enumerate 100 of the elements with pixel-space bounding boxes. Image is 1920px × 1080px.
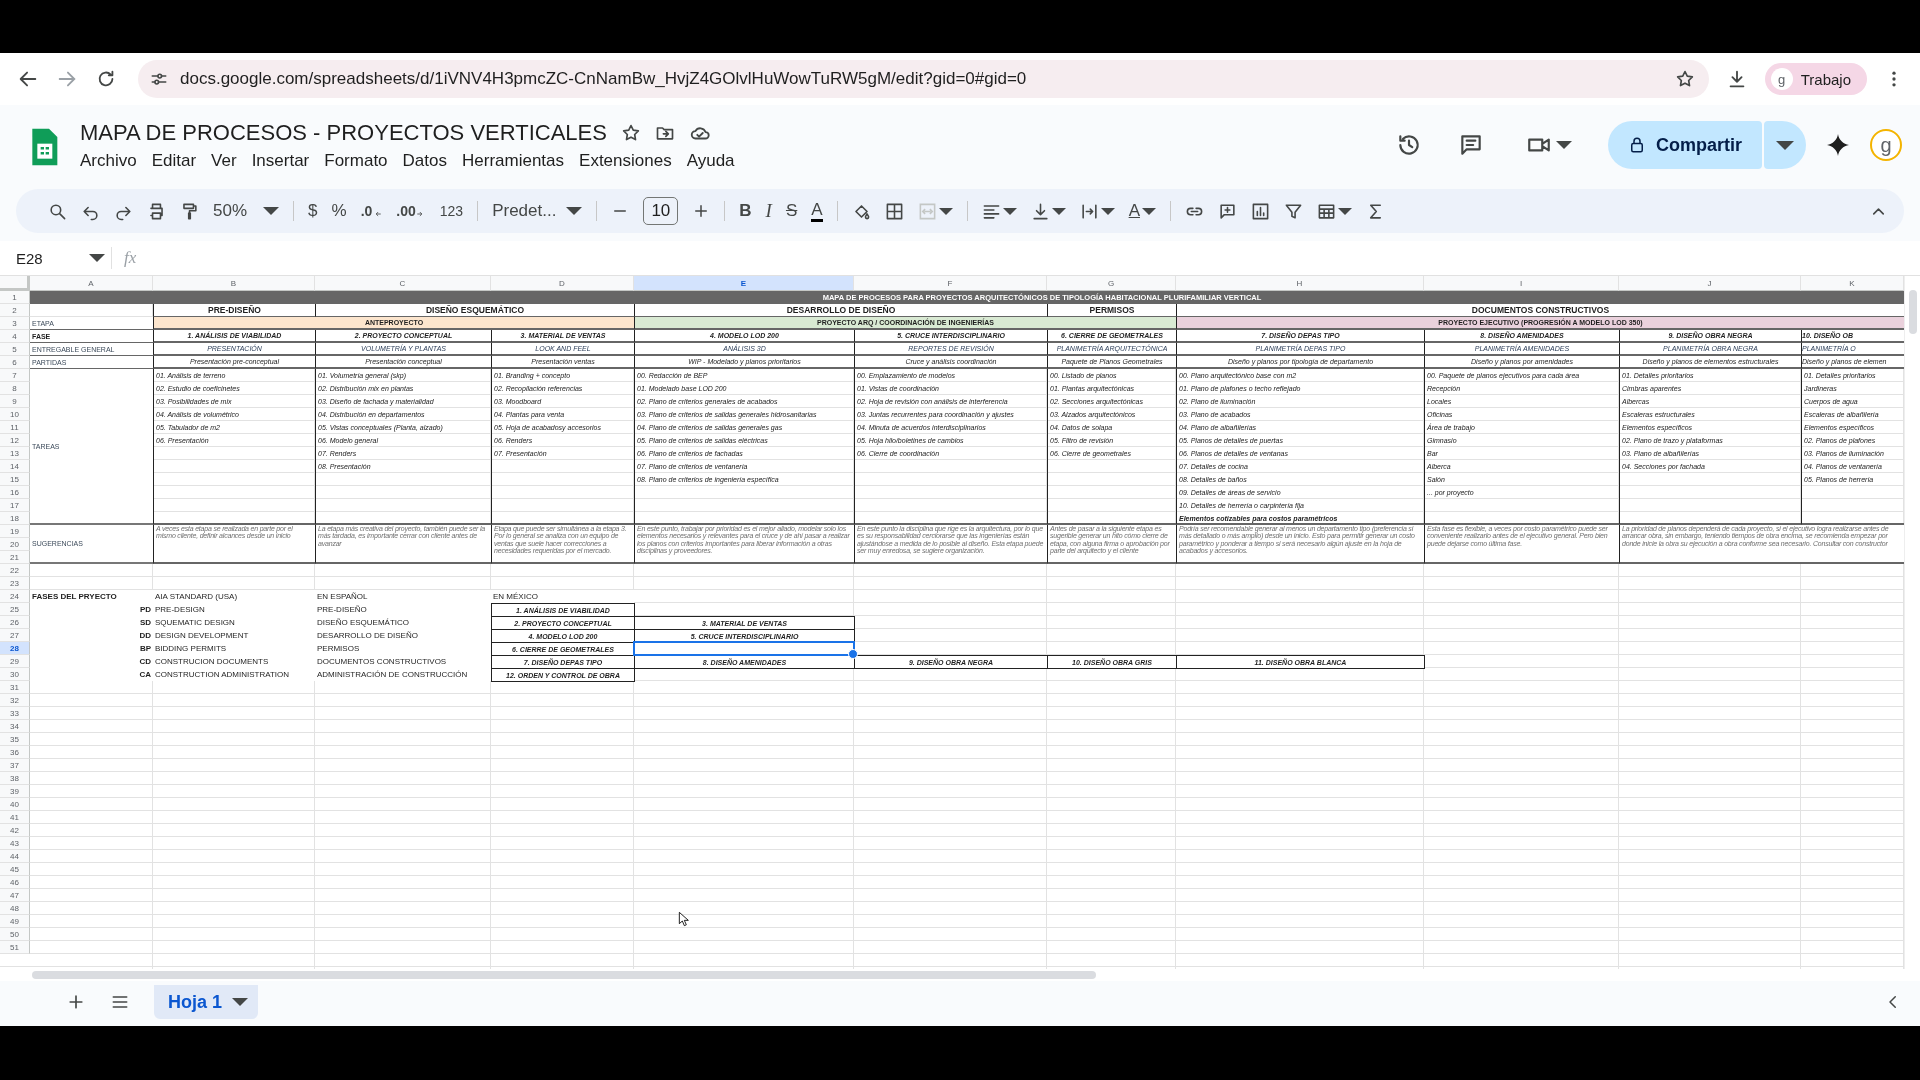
account-avatar[interactable]: g xyxy=(1870,129,1902,161)
site-settings-icon[interactable] xyxy=(150,70,168,88)
column-header[interactable]: D xyxy=(491,276,634,291)
row-header[interactable]: 17 xyxy=(0,499,30,512)
row-header[interactable]: 7 xyxy=(0,369,30,382)
row-header[interactable]: 8 xyxy=(0,382,30,395)
column-header[interactable]: G xyxy=(1047,276,1176,291)
column-header[interactable]: I xyxy=(1424,276,1619,291)
row-header[interactable]: 50 xyxy=(0,928,30,941)
column-header[interactable]: H xyxy=(1176,276,1424,291)
row-header[interactable]: 28 xyxy=(0,642,30,655)
text-color-button[interactable]: A xyxy=(811,200,823,222)
menu-item[interactable]: Datos xyxy=(402,150,447,171)
row-header[interactable]: 19 xyxy=(0,525,30,538)
share-button[interactable]: Compartir xyxy=(1608,121,1762,169)
row-header[interactable]: 3 xyxy=(0,317,30,330)
row-header[interactable]: 26 xyxy=(0,616,30,629)
font-dropdown[interactable]: Predet... xyxy=(492,201,583,221)
borders-icon[interactable] xyxy=(884,201,904,221)
address-bar[interactable]: docs.google.com/spreadsheets/d/1iVNV4H3pmcZC-CnNamBw_HvjZ4GOlvlHuWowTuRW5gM/edit?gid=0#gid=0 xyxy=(138,60,1709,98)
row-header[interactable]: 31 xyxy=(0,681,30,694)
cell-selection[interactable] xyxy=(633,641,855,656)
column-header[interactable]: E xyxy=(634,276,854,291)
vertical-align-icon[interactable] xyxy=(1030,201,1050,221)
decrease-decimals-button[interactable]: .0 xyxy=(360,203,383,219)
row-header[interactable]: 35 xyxy=(0,733,30,746)
menu-item[interactable]: Formato xyxy=(324,150,388,171)
sparkle-icon[interactable] xyxy=(1826,133,1850,157)
column-header[interactable]: F xyxy=(854,276,1047,291)
row-header[interactable]: 29 xyxy=(0,655,30,668)
row-header[interactable]: 22 xyxy=(0,564,30,577)
row-header[interactable]: 12 xyxy=(0,434,30,447)
row-header[interactable]: 46 xyxy=(0,876,30,889)
column-header[interactable]: J xyxy=(1619,276,1801,291)
row-header[interactable]: 25 xyxy=(0,603,30,616)
row-header[interactable]: 42 xyxy=(0,824,30,837)
row-header[interactable]: 1 xyxy=(0,291,30,304)
document-title[interactable]: MAPA DE PROCESOS - PROYECTOS VERTICALES xyxy=(80,119,607,146)
font-size-field[interactable]: 10 xyxy=(643,197,679,225)
chart-icon[interactable] xyxy=(1250,201,1270,221)
row-header[interactable]: 45 xyxy=(0,863,30,876)
menu-item[interactable]: Ayuda xyxy=(686,150,735,171)
row-header[interactable]: 49 xyxy=(0,915,30,928)
share-options-button[interactable] xyxy=(1764,121,1806,169)
zoom-dropdown[interactable]: 50% xyxy=(213,201,280,221)
row-header[interactable]: 48 xyxy=(0,902,30,915)
merge-cells-icon[interactable] xyxy=(917,201,937,221)
column-header[interactable]: A xyxy=(30,276,153,291)
row-header[interactable]: 30 xyxy=(0,668,30,681)
row-header[interactable]: 33 xyxy=(0,707,30,720)
caret-icon[interactable] xyxy=(1002,207,1017,215)
row-header[interactable]: 21 xyxy=(0,551,30,564)
row-header[interactable]: 32 xyxy=(0,694,30,707)
star-icon[interactable] xyxy=(620,122,641,143)
row-header[interactable]: 40 xyxy=(0,798,30,811)
row-header[interactable]: 6 xyxy=(0,356,30,369)
row-header[interactable]: 36 xyxy=(0,746,30,759)
row-header[interactable]: 14 xyxy=(0,460,30,473)
caret-icon[interactable] xyxy=(1337,207,1352,215)
history-icon[interactable] xyxy=(1396,132,1422,158)
row-header[interactable]: 5 xyxy=(0,343,30,356)
row-header[interactable]: 16 xyxy=(0,486,30,499)
fill-handle[interactable] xyxy=(848,649,858,659)
comment-icon[interactable] xyxy=(1458,132,1484,158)
sheet-tab[interactable]: Hoja 1 xyxy=(154,985,259,1019)
increase-decimals-button[interactable]: .00 xyxy=(396,203,426,219)
row-header[interactable]: 47 xyxy=(0,889,30,902)
search-icon[interactable] xyxy=(48,201,67,221)
text-rotation-button[interactable]: A xyxy=(1128,201,1140,221)
row-header[interactable]: 44 xyxy=(0,850,30,863)
row-header[interactable]: 10 xyxy=(0,408,30,421)
row-header[interactable]: 9 xyxy=(0,395,30,408)
filter-icon[interactable] xyxy=(1283,201,1303,221)
percent-format-button[interactable]: % xyxy=(331,201,347,221)
menu-item[interactable]: Ver xyxy=(211,150,237,171)
row-header[interactable]: 11 xyxy=(0,421,30,434)
bookmark-star-icon[interactable] xyxy=(1674,69,1695,89)
menu-item[interactable]: Extensiones xyxy=(579,150,672,171)
print-icon[interactable] xyxy=(147,201,166,221)
caret-icon[interactable] xyxy=(938,207,953,215)
row-header[interactable]: 43 xyxy=(0,837,30,850)
row-header[interactable]: 27 xyxy=(0,629,30,642)
row-header[interactable]: 39 xyxy=(0,785,30,798)
menu-item[interactable]: Editar xyxy=(151,150,197,171)
menu-item[interactable]: Insertar xyxy=(251,150,310,171)
strikethrough-button[interactable]: S xyxy=(785,201,798,221)
row-header[interactable]: 15 xyxy=(0,473,30,486)
row-header[interactable]: 4 xyxy=(0,330,30,343)
row-header[interactable]: 37 xyxy=(0,759,30,772)
add-comment-icon[interactable] xyxy=(1217,201,1237,221)
row-header[interactable]: 24 xyxy=(0,590,30,603)
caret-icon[interactable] xyxy=(1100,207,1115,215)
row-header[interactable]: 18 xyxy=(0,512,30,525)
text-wrap-icon[interactable] xyxy=(1079,201,1099,221)
column-header[interactable]: B xyxy=(153,276,315,291)
row-header[interactable]: 20 xyxy=(0,538,30,551)
currency-format-button[interactable]: $ xyxy=(308,201,318,221)
bold-button[interactable]: B xyxy=(739,201,752,221)
row-header[interactable]: 2 xyxy=(0,304,30,317)
paint-format-icon[interactable] xyxy=(180,201,199,221)
